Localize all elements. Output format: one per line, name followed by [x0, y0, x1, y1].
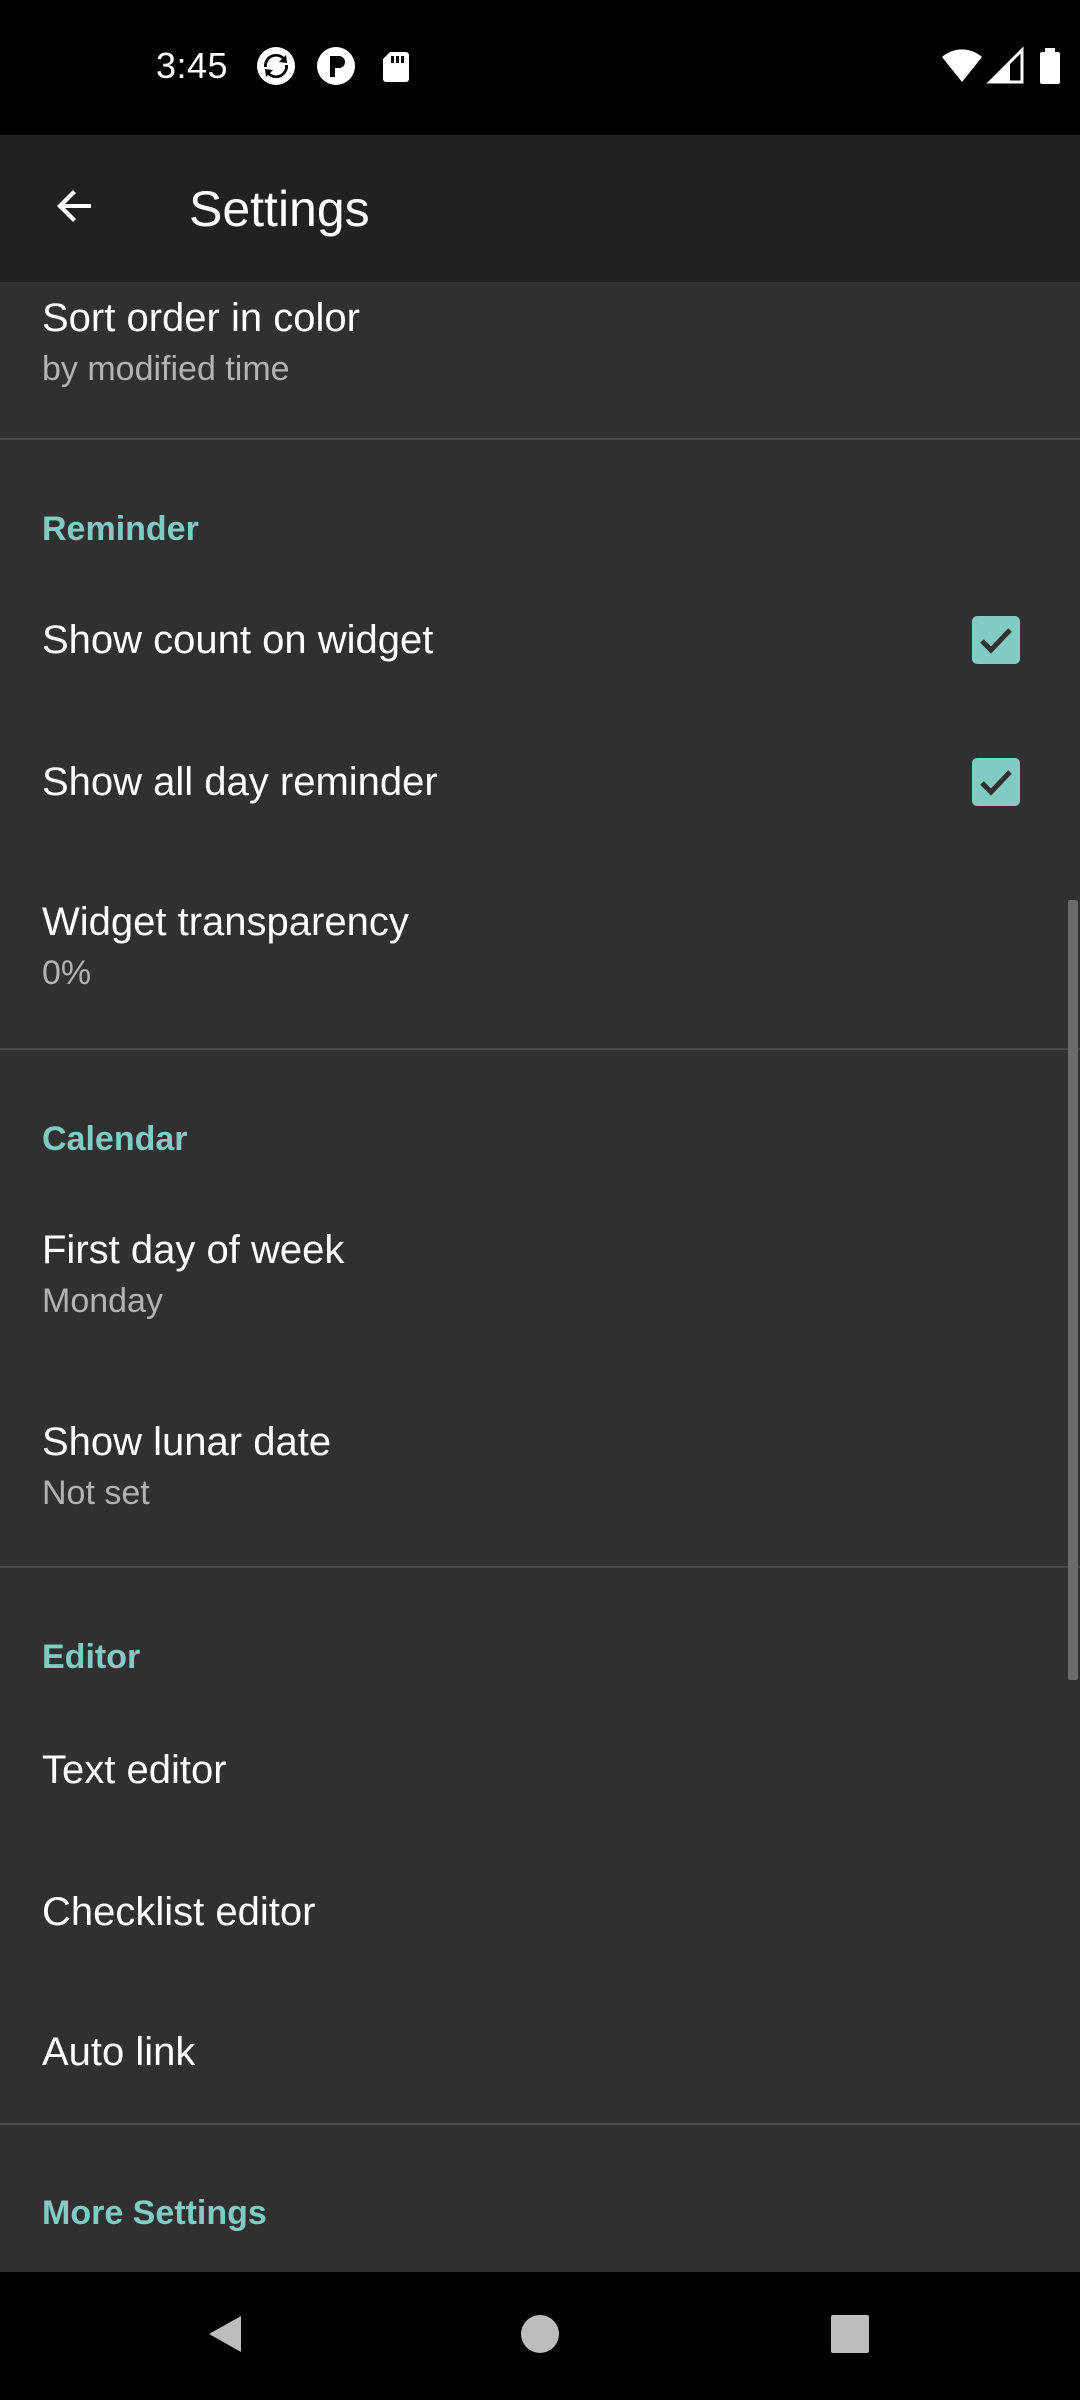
cell-signal-icon — [986, 46, 1026, 86]
show-count-checkbox[interactable] — [972, 616, 1020, 664]
page-title: Settings — [189, 181, 370, 237]
status-bar: 3:45 — [0, 0, 1080, 135]
nav-home-icon — [518, 2312, 562, 2361]
pref-show-all-day-reminder[interactable]: Show all day reminder — [0, 712, 1080, 852]
battery-icon — [1036, 46, 1064, 86]
pref-first-day-of-week[interactable]: First day of week Monday — [0, 1182, 1080, 1374]
navigation-bar — [0, 2272, 1080, 2400]
all-day-reminder-checkbox[interactable] — [972, 758, 1020, 806]
pref-title: Show lunar date — [42, 1420, 332, 1464]
pref-summary: Monday — [42, 1282, 163, 1320]
nav-back-button[interactable] — [181, 2292, 269, 2380]
nav-recents-button[interactable] — [806, 2292, 894, 2380]
category-editor: Editor — [42, 1638, 141, 1676]
category-calendar: Calendar — [42, 1120, 188, 1158]
nav-recents-icon — [828, 2312, 872, 2361]
sd-card-icon — [376, 46, 416, 86]
pref-text-editor[interactable]: Text editor — [0, 1700, 1080, 1840]
check-icon — [980, 628, 1012, 654]
pref-title: Text editor — [42, 1748, 227, 1792]
app-bar: Settings — [0, 135, 1080, 282]
status-time: 3:45 — [156, 45, 229, 86]
settings-list[interactable]: Sort order in color by modified time Rem… — [0, 282, 1080, 2272]
category-reminder: Reminder — [42, 510, 199, 548]
pref-summary: 0% — [42, 954, 92, 992]
pref-checklist-editor[interactable]: Checklist editor — [0, 1840, 1080, 1982]
divider — [0, 2123, 1080, 2125]
nav-back-icon — [201, 2310, 249, 2363]
pref-title: Checklist editor — [42, 1890, 316, 1934]
back-button[interactable] — [40, 165, 110, 251]
pref-title: Widget transparency — [42, 900, 409, 944]
pref-title: Show all day reminder — [42, 760, 438, 804]
divider — [0, 438, 1080, 440]
pref-auto-link[interactable]: Auto link — [0, 1982, 1080, 2123]
pref-title: Show count on widget — [42, 618, 434, 662]
divider — [0, 1566, 1080, 1568]
pref-summary: Not set — [42, 1474, 150, 1512]
pref-sort-order[interactable]: Sort order in color by modified time — [0, 282, 1080, 438]
arrow-back-icon — [51, 182, 99, 235]
check-icon — [980, 770, 1012, 796]
pref-show-lunar-date[interactable]: Show lunar date Not set — [0, 1374, 1080, 1566]
divider — [0, 1048, 1080, 1050]
pref-title: Auto link — [42, 2030, 196, 2074]
nav-home-button[interactable] — [496, 2292, 584, 2380]
pref-show-count-on-widget[interactable]: Show count on widget — [0, 572, 1080, 712]
sync-icon — [256, 46, 296, 86]
pref-title: Sort order in color — [42, 296, 360, 340]
category-more-settings: More Settings — [42, 2194, 267, 2232]
pref-summary: by modified time — [42, 350, 290, 388]
p-badge-icon — [316, 46, 356, 86]
pref-widget-transparency[interactable]: Widget transparency 0% — [0, 852, 1080, 1048]
wifi-icon — [940, 46, 984, 86]
scrollbar[interactable] — [1068, 900, 1078, 1680]
pref-title: First day of week — [42, 1228, 345, 1272]
